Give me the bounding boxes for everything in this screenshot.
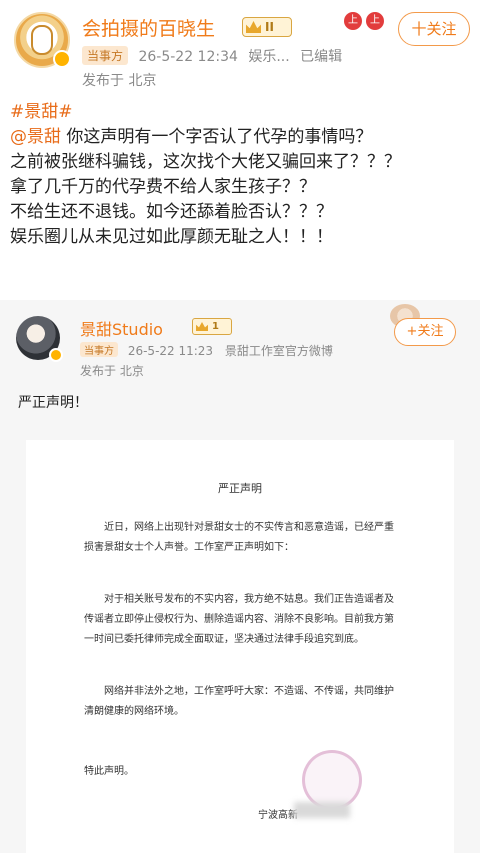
statement-title: 严正声明	[218, 482, 262, 495]
blurred-signature-area	[294, 802, 350, 818]
quoted-author-avatar[interactable]	[16, 316, 63, 362]
statement-signature: 宁波高新	[258, 810, 298, 821]
post-line-2: 之前被张继科骗钱，这次找个大佬又骗回来了？？？	[10, 152, 401, 172]
quoted-meta: 当事方 26-5-22 11:23 景甜工作室官方微博	[80, 342, 333, 359]
post-line-1: @景甜 你这声明有一个字否认了代孕的事情吗？	[10, 127, 373, 147]
quoted-author-name[interactable]: 景甜Studio	[80, 316, 163, 340]
quoted-role-tag: 当事方	[80, 342, 118, 357]
statement-paragraph-1: 近日，网络上出现针对景甜女士的不实传言和恶意造谣，已经严重损害景甜女士个人声誉。…	[84, 522, 394, 553]
vip-level-badge[interactable]: II	[242, 17, 292, 37]
post-line-5: 娱乐圈儿从未见过如此厚颜无耻之人！！！	[10, 227, 333, 247]
avatar-logo-icon	[31, 25, 53, 55]
quoted-text: 严正声明！	[18, 395, 88, 411]
post-body: #景甜# @景甜 你这声明有一个字否认了代孕的事情吗？ 之前被张继科骗钱，这次找…	[10, 100, 472, 250]
official-seal-stamp	[302, 750, 362, 810]
follow-button[interactable]: 十关注	[398, 12, 470, 46]
hashtag-link[interactable]: #景甜#	[10, 100, 472, 125]
statement-ending: 特此声明。	[84, 766, 134, 777]
post-source[interactable]: 娱乐...	[248, 49, 289, 65]
quoted-post[interactable]: 景甜Studio 1 +关注 当事方 26-5-22 11:23 景甜工作室官方…	[0, 300, 480, 853]
statement-image[interactable]: 严正声明 近日，网络上出现针对景甜女士的不实传言和恶意造谣，已经严重损害景甜女士…	[26, 440, 454, 853]
deco-badge-1: 上	[344, 12, 362, 30]
statement-paragraph-3: 网络并非法外之地，工作室呼吁大家：不造谣、不传谣，共同维护清朗健康的网络环境。	[84, 686, 394, 717]
verified-badge-icon	[53, 50, 71, 68]
post-line-3: 拿了几千万的代孕费不给人家生孩子？？	[10, 177, 316, 197]
quoted-location: 发布于 北京	[80, 364, 144, 378]
edited-label[interactable]: 已编辑	[300, 49, 342, 65]
post-timestamp: 26-5-22 12:34	[138, 49, 238, 65]
quoted-vip-badge[interactable]: 1	[192, 318, 232, 335]
post-meta: 当事方 26-5-22 12:34 娱乐... 已编辑	[82, 46, 342, 66]
mention-link[interactable]: @景甜	[10, 127, 61, 147]
decoration-stickers: 上 上	[338, 8, 398, 34]
post-line-4: 不给生还不退钱。如今还舔着脸否认？？？	[10, 202, 333, 222]
deco-badge-2: 上	[366, 12, 384, 30]
verified-badge-icon	[49, 348, 63, 362]
statement-paragraph-2: 对于相关账号发布的不实内容，我方绝不姑息。我们正告造谣者及传谣者立即停止侵权行为…	[84, 594, 394, 645]
author-avatar[interactable]	[14, 12, 71, 68]
quoted-timestamp: 26-5-22 11:23	[127, 344, 214, 358]
quoted-follow-button[interactable]: +关注	[394, 318, 456, 346]
quoted-source[interactable]: 景甜工作室官方微博	[225, 344, 333, 358]
role-tag: 当事方	[82, 46, 129, 65]
post-location: 发布于 北京	[82, 73, 157, 89]
post-header: 会拍摄的百晓生 II 上 上 十关注 当事方 26-5-22 12:34 娱乐.…	[10, 8, 470, 89]
author-name[interactable]: 会拍摄的百晓生	[82, 14, 215, 41]
